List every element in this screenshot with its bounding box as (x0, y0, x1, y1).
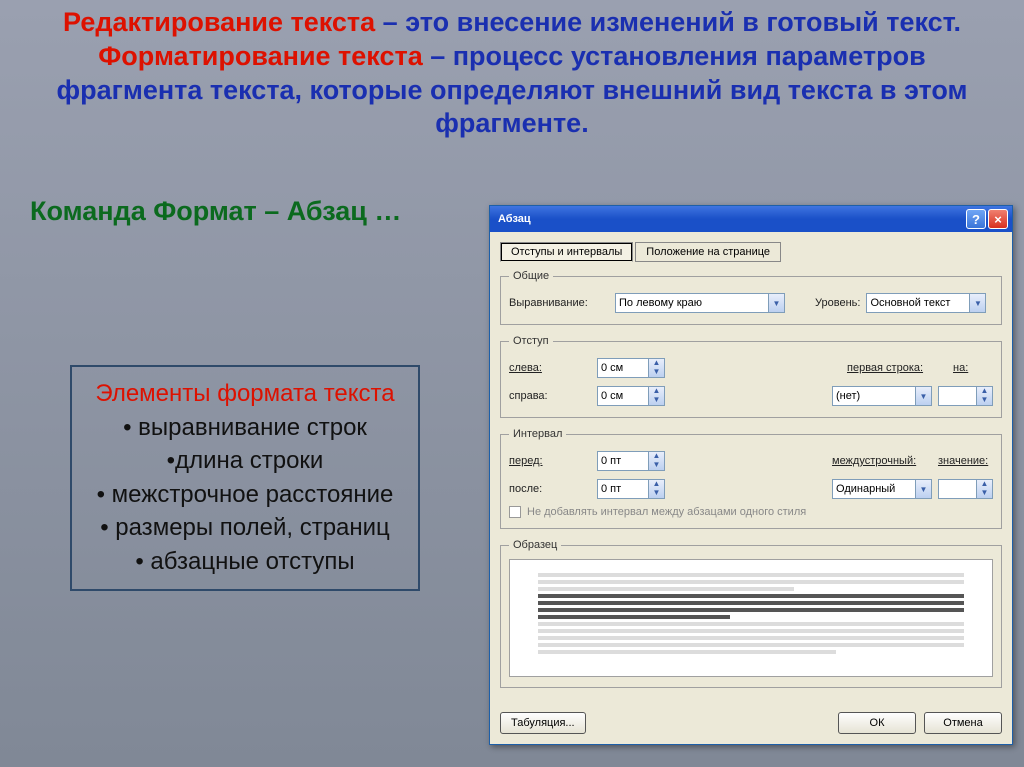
line-spacing-value: Одинарный (836, 483, 895, 495)
dialog-titlebar[interactable]: Абзац ? × (490, 206, 1012, 232)
help-button[interactable]: ? (966, 209, 986, 229)
list-item: • выравнивание строк (80, 411, 410, 445)
space-after-label: после: (509, 483, 591, 495)
level-select[interactable]: Основной текст ▼ (866, 293, 986, 313)
headline-term1: Редактирование текста (63, 7, 375, 37)
indent-left-spinner[interactable]: 0 см ▲▼ (597, 358, 665, 378)
indent-right-value: 0 см (601, 390, 648, 402)
first-line-label: первая строка: (847, 362, 947, 374)
group-spacing: Интервал перед: 0 пт ▲▼ междустрочный: з… (500, 428, 1002, 529)
tab-indents-spacing[interactable]: Отступы и интервалы (500, 242, 633, 262)
spacing-value-spinner[interactable]: ▲▼ (938, 479, 993, 499)
spinner-arrows-icon: ▲▼ (976, 480, 992, 498)
paragraph-dialog: Абзац ? × Отступы и интервалы Положение … (489, 205, 1013, 745)
alignment-value: По левому краю (619, 297, 702, 309)
level-value: Основной текст (870, 297, 950, 309)
format-elements-box: Элементы формата текста • выравнивание с… (70, 365, 420, 591)
tabulation-button[interactable]: Табуляция... (500, 712, 586, 734)
preview-area (509, 559, 993, 677)
close-button[interactable]: × (988, 209, 1008, 229)
indent-by-label: на: (953, 362, 993, 374)
chevron-down-icon: ▼ (915, 387, 931, 405)
dialog-tabs: Отступы и интервалы Положение на страниц… (500, 242, 1002, 262)
level-label: Уровень: (815, 297, 860, 309)
indent-right-label: справа: (509, 390, 591, 402)
slide-headline: Редактирование текста – это внесение изм… (0, 0, 1024, 141)
cancel-button[interactable]: Отмена (924, 712, 1002, 734)
group-general-legend: Общие (509, 270, 553, 282)
line-spacing-select[interactable]: Одинарный ▼ (832, 479, 932, 499)
chevron-down-icon: ▼ (768, 294, 784, 312)
spinner-arrows-icon: ▲▼ (648, 480, 664, 498)
format-elements-title: Элементы формата текста (80, 377, 410, 411)
space-before-spinner[interactable]: 0 пт ▲▼ (597, 451, 665, 471)
alignment-select[interactable]: По левому краю ▼ (615, 293, 785, 313)
first-line-select[interactable]: (нет) ▼ (832, 386, 932, 406)
tab-page-position[interactable]: Положение на странице (635, 242, 781, 262)
dialog-title: Абзац (498, 213, 531, 225)
group-preview: Образец (500, 539, 1002, 688)
space-after-spinner[interactable]: 0 пт ▲▼ (597, 479, 665, 499)
list-item: • абзацные отступы (80, 545, 410, 579)
chevron-down-icon: ▼ (915, 480, 931, 498)
spinner-arrows-icon: ▲▼ (648, 387, 664, 405)
spinner-arrows-icon: ▲▼ (976, 387, 992, 405)
group-indent: Отступ слева: 0 см ▲▼ первая строка: на:… (500, 335, 1002, 418)
headline-def1: – это внесение изменений в готовый текст… (375, 7, 961, 37)
indent-right-spinner[interactable]: 0 см ▲▼ (597, 386, 665, 406)
line-spacing-label: междустрочный: (832, 455, 932, 467)
no-space-same-style-checkbox[interactable]: Не добавлять интервал между абзацами одн… (509, 506, 993, 518)
indent-left-value: 0 см (601, 362, 648, 374)
dialog-button-bar: Табуляция... ОК Отмена (490, 706, 1012, 744)
space-after-value: 0 пт (601, 483, 648, 495)
headline-term2: Форматирование текста (98, 41, 422, 71)
indent-left-label: слева: (509, 362, 591, 374)
ok-button[interactable]: ОК (838, 712, 916, 734)
spacing-value-label: значение: (938, 455, 993, 467)
list-item: •длина строки (80, 444, 410, 478)
list-item: • межстрочное расстояние (80, 478, 410, 512)
spinner-arrows-icon: ▲▼ (648, 452, 664, 470)
space-before-label: перед: (509, 455, 591, 467)
checkbox-icon (509, 506, 521, 518)
alignment-label: Выравнивание: (509, 297, 609, 309)
chevron-down-icon: ▼ (969, 294, 985, 312)
group-general: Общие Выравнивание: По левому краю ▼ Уро… (500, 270, 1002, 325)
indent-by-spinner[interactable]: ▲▼ (938, 386, 993, 406)
space-before-value: 0 пт (601, 455, 648, 467)
checkbox-label: Не добавлять интервал между абзацами одн… (527, 506, 806, 518)
group-preview-legend: Образец (509, 539, 561, 551)
first-line-value: (нет) (836, 390, 860, 402)
list-item: • размеры полей, страниц (80, 511, 410, 545)
group-spacing-legend: Интервал (509, 428, 566, 440)
format-elements-list: • выравнивание строк •длина строки • меж… (80, 411, 410, 579)
spinner-arrows-icon: ▲▼ (648, 359, 664, 377)
group-indent-legend: Отступ (509, 335, 553, 347)
